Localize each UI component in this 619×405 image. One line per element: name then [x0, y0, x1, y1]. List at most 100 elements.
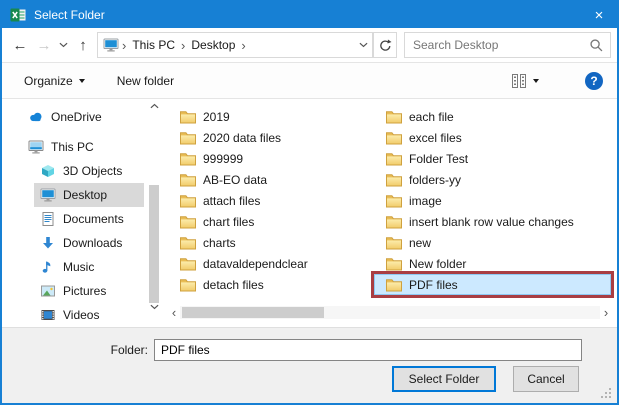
sidebar-item-documents[interactable]: Documents — [34, 207, 144, 231]
navigation-bar: ← → ↑ › This PC › Desktop › — [2, 28, 617, 62]
folder-icon — [180, 131, 196, 145]
close-button[interactable]: × — [581, 2, 617, 28]
sidebar-item-pictures[interactable]: Pictures — [34, 279, 144, 303]
folder-item[interactable]: excel files — [374, 127, 611, 148]
forward-button[interactable]: → — [32, 33, 56, 57]
sidebar-item-onedrive[interactable]: OneDrive — [22, 105, 144, 129]
folder-icon — [180, 257, 196, 271]
sidebar-item-3d-objects[interactable]: 3D Objects — [34, 159, 144, 183]
sidebar-item-desktop[interactable]: Desktop — [34, 183, 144, 207]
scrollbar-thumb[interactable] — [149, 185, 159, 303]
up-button[interactable]: ↑ — [71, 33, 95, 57]
folder-item[interactable]: datavaldependclear — [168, 253, 368, 274]
change-view-button[interactable] — [505, 69, 545, 93]
folder-icon — [386, 131, 402, 145]
file-list-horizontal-scrollbar[interactable]: ‹ › — [168, 305, 612, 320]
refresh-button[interactable] — [373, 32, 397, 58]
breadcrumb-this-pc[interactable]: This PC — [129, 38, 178, 52]
breadcrumb-desktop[interactable]: Desktop — [188, 38, 238, 52]
folder-item[interactable]: New folder — [374, 253, 611, 274]
folder-item[interactable]: Folder Test — [374, 148, 611, 169]
cancel-button[interactable]: Cancel — [513, 366, 579, 392]
window-title: Select Folder — [34, 8, 105, 22]
folder-item[interactable]: each file — [374, 106, 611, 127]
question-mark-icon: ? — [590, 73, 598, 88]
folder-name: AB-EO data — [203, 172, 268, 187]
refresh-icon — [378, 38, 393, 53]
select-folder-button[interactable]: Select Folder — [392, 366, 496, 392]
address-bar[interactable]: › This PC › Desktop › — [97, 32, 373, 58]
folder-item[interactable]: 999999 — [168, 148, 368, 169]
folder-name: chart files — [203, 214, 255, 229]
folder-name: detach files — [203, 277, 264, 292]
scroll-left-icon[interactable]: ‹ — [168, 305, 180, 320]
scrollbar-thumb[interactable] — [182, 307, 324, 318]
search-icon[interactable] — [589, 38, 604, 53]
dialog-footer: Folder: Select Folder Cancel — [2, 327, 617, 403]
folder-item[interactable]: folders-yy — [374, 169, 611, 190]
folder-icon — [386, 194, 402, 208]
resize-grip-icon[interactable] — [601, 388, 612, 399]
folder-item[interactable]: 2020 data files — [168, 127, 368, 148]
caret-down-icon — [78, 79, 85, 86]
scroll-right-icon[interactable]: › — [600, 305, 612, 320]
desktop-icon — [40, 187, 56, 203]
folder-item[interactable]: charts — [168, 232, 368, 253]
sidebar-item-this-pc[interactable]: This PC — [22, 135, 144, 159]
organize-button[interactable]: Organize — [16, 70, 93, 92]
folder-name: PDF files — [409, 277, 458, 292]
folder-item[interactable]: 2019 — [168, 106, 368, 127]
back-icon: ← — [12, 36, 28, 54]
sidebar-scrollbar[interactable] — [148, 99, 160, 327]
close-icon: × — [594, 6, 604, 24]
folder-name-input[interactable] — [154, 339, 582, 361]
sidebar-item-label: Downloads — [63, 236, 123, 250]
folder-name: datavaldependclear — [203, 256, 308, 271]
folder-name: 2019 — [203, 109, 230, 124]
new-folder-button[interactable]: New folder — [109, 70, 182, 92]
sidebar-item-label: Music — [63, 260, 95, 274]
document-icon — [40, 211, 56, 227]
help-button[interactable]: ? — [585, 71, 603, 90]
navigation-pane: OneDrive This PC 3D Objects Desktop Docu… — [2, 99, 162, 327]
folder-item[interactable]: attach files — [168, 190, 368, 211]
folder-icon — [180, 278, 196, 292]
sidebar-item-label: Pictures — [63, 284, 107, 298]
scroll-down-icon[interactable] — [148, 301, 160, 313]
address-dropdown-button[interactable] — [354, 33, 372, 57]
folder-name: 999999 — [203, 151, 244, 166]
film-icon — [40, 307, 56, 323]
scroll-up-icon[interactable] — [148, 100, 160, 112]
folder-icon — [386, 257, 402, 271]
folder-icon — [180, 110, 196, 124]
folder-item[interactable]: detach files — [168, 274, 368, 295]
folder-icon — [386, 173, 402, 187]
folder-item[interactable]: insert blank row value changes — [374, 211, 611, 232]
sidebar-item-downloads[interactable]: Downloads — [34, 231, 144, 255]
folder-icon — [386, 278, 402, 292]
sidebar-item-music[interactable]: Music — [34, 255, 144, 279]
folder-name: each file — [409, 109, 454, 124]
folder-item[interactable]: new — [374, 232, 611, 253]
search-box — [404, 32, 611, 58]
sidebar-item-label: This PC — [51, 140, 94, 154]
scrollbar-track[interactable] — [180, 306, 600, 319]
folder-name: New folder — [409, 256, 467, 271]
folder-item[interactable]: AB-EO data — [168, 169, 368, 190]
search-input[interactable] — [413, 38, 589, 52]
folder-item-pdf-files-selected[interactable]: PDF files — [371, 271, 614, 298]
recent-locations-button[interactable] — [56, 33, 71, 57]
folder-item[interactable]: chart files — [168, 211, 368, 232]
folder-icon — [386, 215, 402, 229]
forward-icon: → — [36, 36, 52, 54]
music-note-icon — [40, 259, 56, 275]
back-button[interactable]: ← — [8, 33, 32, 57]
folder-name: folders-yy — [409, 172, 462, 187]
sidebar-item-label: Desktop — [63, 188, 108, 202]
breadcrumb-separator-icon: › — [122, 37, 127, 53]
sidebar-item-videos[interactable]: Videos — [34, 303, 144, 327]
folder-item[interactable]: image — [374, 190, 611, 211]
breadcrumb-separator-icon: › — [181, 37, 186, 53]
folder-name: 2020 data files — [203, 130, 282, 145]
computer-icon — [28, 139, 44, 155]
